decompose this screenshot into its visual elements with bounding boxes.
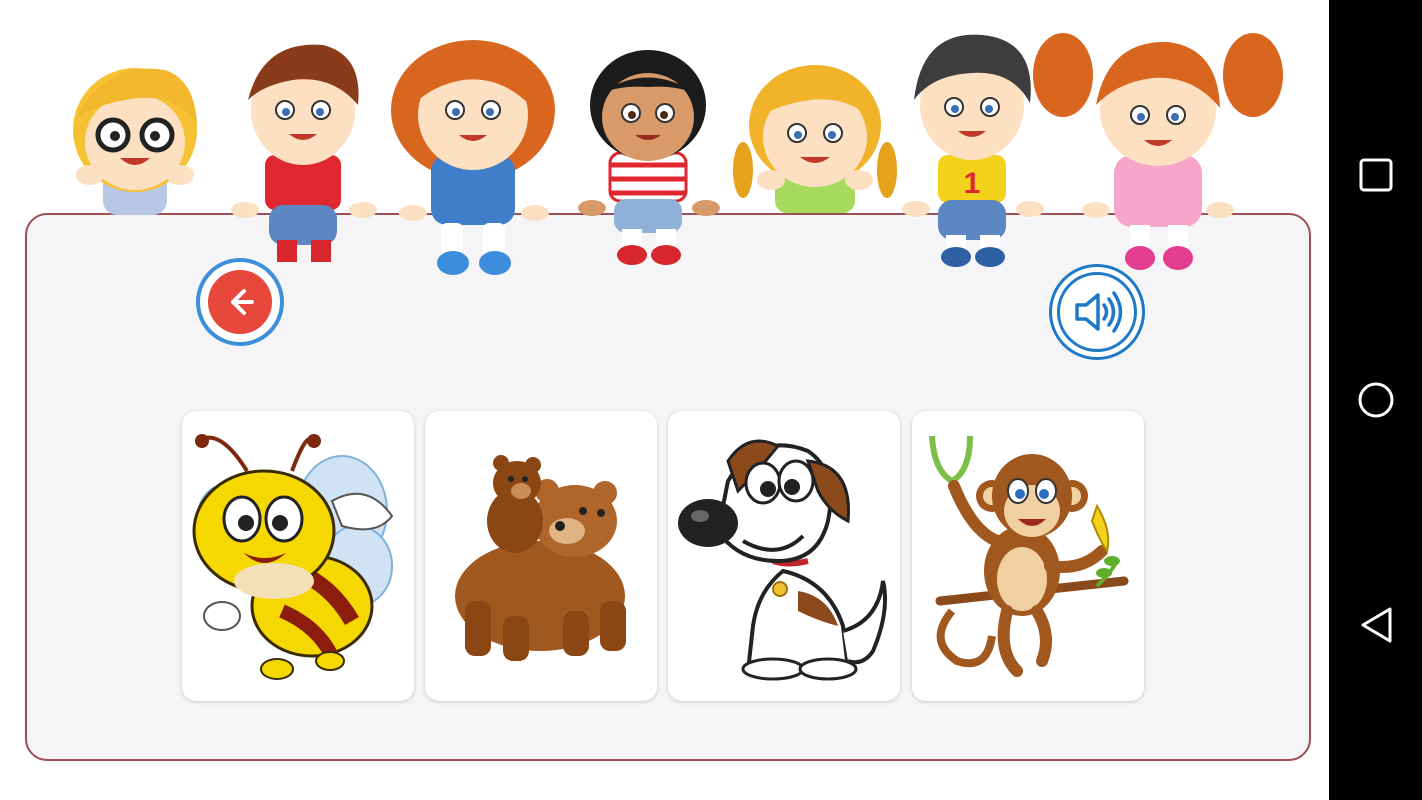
- kid-3: [391, 40, 555, 275]
- home-button[interactable]: [1351, 375, 1401, 425]
- speaker-icon: [1075, 291, 1123, 333]
- animal-card-dog[interactable]: [668, 411, 900, 701]
- kid-1: [73, 68, 197, 215]
- system-navigation-bar: [1329, 0, 1422, 800]
- bee-icon: [192, 434, 394, 680]
- square-icon: [1359, 158, 1393, 192]
- animal-card-bee[interactable]: [182, 411, 414, 701]
- triangle-back-icon: [1361, 607, 1392, 643]
- children-sitting-banner: 1: [73, 33, 1283, 275]
- sound-button[interactable]: [1049, 264, 1145, 360]
- animal-card-bear[interactable]: [425, 411, 657, 701]
- game-screen: 1: [0, 0, 1329, 800]
- circle-icon: [1358, 382, 1394, 418]
- bear-icon: [455, 455, 626, 661]
- svg-text:1: 1: [964, 167, 981, 200]
- animal-card-monkey[interactable]: [912, 411, 1144, 701]
- dog-icon: [678, 439, 887, 681]
- kid-7: [1033, 33, 1283, 270]
- back-button[interactable]: [196, 258, 284, 346]
- kid-4: [578, 50, 720, 265]
- kid-2: [231, 44, 377, 262]
- back-button-face: [208, 270, 272, 334]
- kid-5: [733, 65, 897, 213]
- kid-6: 1: [902, 34, 1044, 267]
- system-back-button[interactable]: [1351, 600, 1401, 650]
- sound-button-face: [1057, 272, 1137, 352]
- recents-button[interactable]: [1351, 150, 1401, 200]
- monkey-icon: [929, 435, 1129, 677]
- arrow-left-icon: [231, 289, 254, 315]
